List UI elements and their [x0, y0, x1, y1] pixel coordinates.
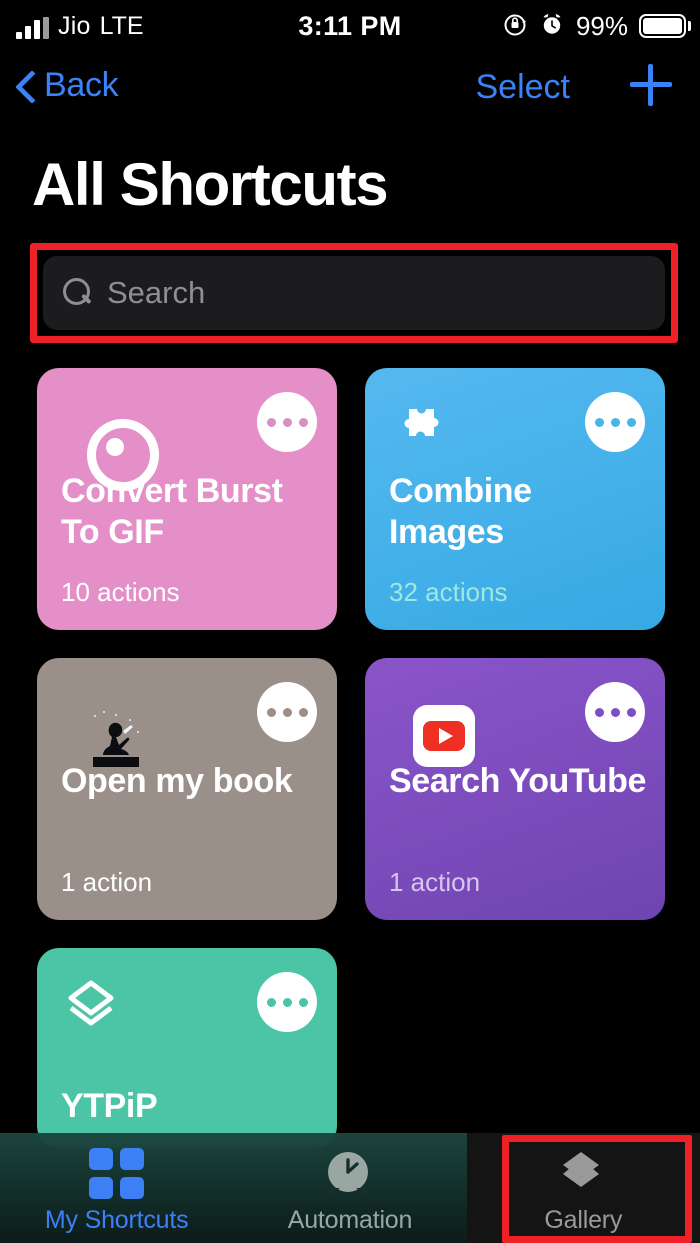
shortcut-title: Combine Images — [389, 471, 649, 554]
page-title: All Shortcuts — [32, 150, 387, 219]
battery-percent: 99% — [576, 11, 628, 42]
shortcut-title: YTPiP — [61, 1086, 321, 1127]
shortcut-action-count: 32 actions — [389, 577, 508, 608]
clock-icon — [322, 1148, 378, 1200]
chevron-left-icon — [16, 69, 36, 103]
search-annotation-box — [30, 243, 678, 343]
youtube-app-icon — [413, 705, 475, 767]
tab-bar: My Shortcuts Automation Gallery — [0, 1133, 700, 1243]
select-button[interactable]: Select — [476, 68, 571, 107]
puzzle-icon — [389, 395, 449, 455]
layers-icon — [555, 1148, 611, 1200]
status-bar-right: 99% — [502, 11, 686, 42]
rotation-lock-icon — [502, 11, 528, 42]
more-options-button[interactable] — [257, 392, 317, 452]
battery-icon — [639, 14, 686, 38]
grid-icon — [89, 1148, 145, 1200]
shortcut-card[interactable]: Combine Images 32 actions — [365, 368, 665, 630]
navigation-bar: Back Select — [0, 60, 700, 130]
more-options-button[interactable] — [257, 972, 317, 1032]
more-options-button[interactable] — [585, 392, 645, 452]
alarm-icon — [539, 11, 565, 42]
back-button[interactable]: Back — [16, 66, 118, 105]
shortcut-action-count: 1 action — [389, 867, 480, 898]
tab-automation[interactable]: Automation — [233, 1133, 466, 1243]
shortcuts-app-screen: Jio LTE 3:11 PM 99% — [0, 0, 700, 1243]
tab-label: Automation — [288, 1206, 412, 1235]
tab-gallery[interactable]: Gallery — [467, 1133, 700, 1243]
shortcut-action-count: 10 actions — [61, 577, 180, 608]
tab-my-shortcuts[interactable]: My Shortcuts — [0, 1133, 233, 1243]
shortcut-title: Convert Burst To GIF — [61, 471, 321, 554]
shortcut-title: Search YouTube — [389, 761, 649, 802]
status-bar: Jio LTE 3:11 PM 99% — [0, 0, 700, 52]
tab-label: Gallery — [544, 1206, 622, 1235]
more-options-button[interactable] — [257, 682, 317, 742]
shortcut-card[interactable]: YTPiP — [37, 948, 337, 1148]
back-button-label: Back — [44, 66, 118, 105]
shortcut-action-count: 1 action — [61, 867, 152, 898]
shortcut-card[interactable]: Search YouTube 1 action — [365, 658, 665, 920]
more-options-button[interactable] — [585, 682, 645, 742]
add-shortcut-button[interactable] — [630, 64, 672, 106]
tab-label: My Shortcuts — [45, 1206, 188, 1235]
layers-icon — [61, 975, 121, 1035]
shortcut-card[interactable]: Open my book 1 action — [37, 658, 337, 920]
shortcuts-grid: Convert Burst To GIF 10 actions Combine … — [37, 368, 665, 1148]
shortcut-title: Open my book — [61, 761, 321, 802]
shortcut-card[interactable]: Convert Burst To GIF 10 actions — [37, 368, 337, 630]
